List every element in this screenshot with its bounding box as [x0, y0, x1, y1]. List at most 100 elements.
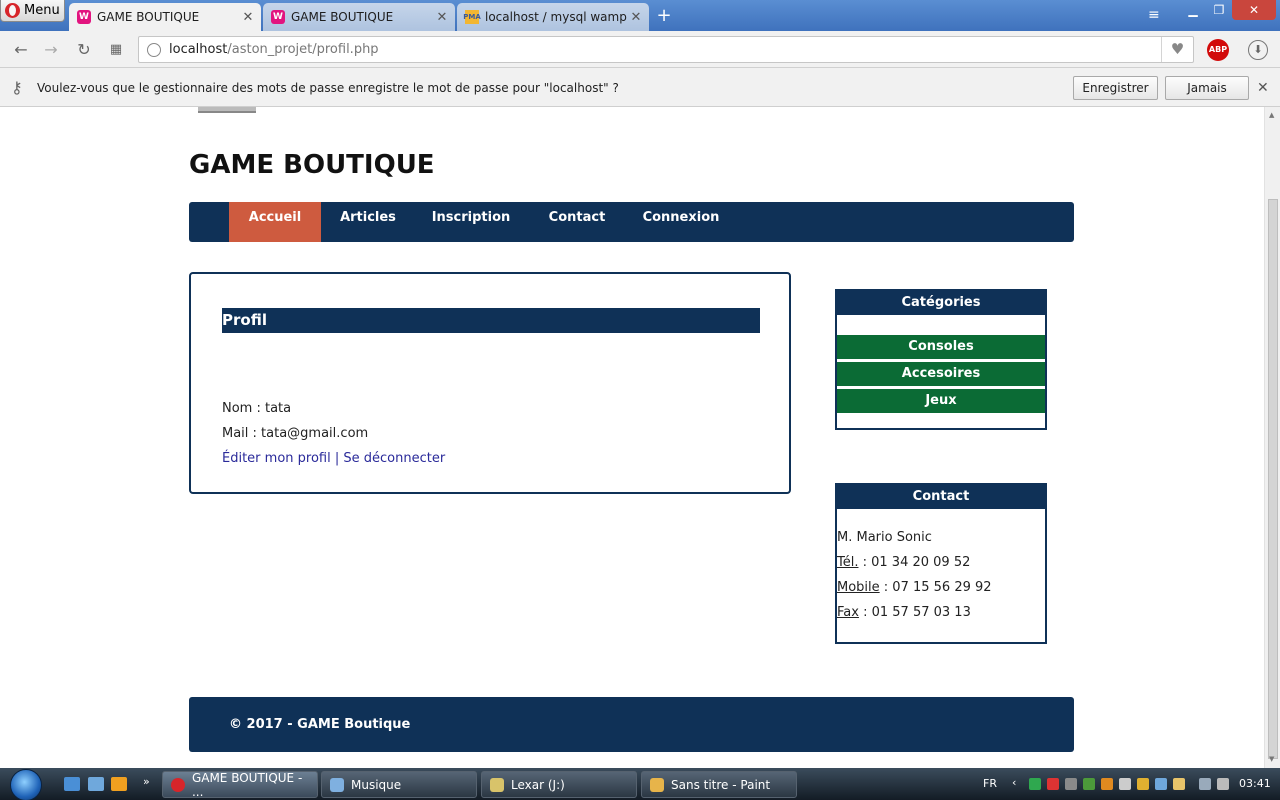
edit-profile-link[interactable]: Éditer mon profil [222, 451, 331, 466]
close-infobar-icon[interactable]: ✕ [1257, 80, 1269, 96]
tray-app-icon[interactable] [1065, 778, 1077, 790]
tray-app-icon[interactable] [1119, 778, 1131, 790]
tray-app-icon[interactable] [1029, 778, 1041, 790]
main-navigation: Accueil Articles Inscription Contact Con… [189, 202, 1074, 242]
tray-app-icon[interactable] [1047, 778, 1059, 790]
logout-link[interactable]: Se déconnecter [343, 451, 445, 466]
category-accesoires[interactable]: Accesoires [837, 362, 1045, 386]
site-logo-image [198, 107, 256, 113]
close-tab-icon[interactable]: ✕ [627, 10, 645, 25]
save-password-button[interactable]: Enregistrer [1073, 76, 1158, 100]
tab-menu-icon[interactable]: ≡ [1148, 7, 1160, 23]
never-save-password-button[interactable]: Jamais [1165, 76, 1249, 100]
url-input[interactable]: localhost/aston_projet/profil.php ♥ [138, 36, 1194, 63]
profile-name: Nom : tata [222, 401, 292, 416]
tray-app-icon[interactable] [1101, 778, 1113, 790]
browser-tab-1[interactable]: W GAME BOUTIQUE ✕ [69, 3, 261, 31]
site-title: GAME BOUTIQUE [189, 150, 435, 180]
tray-app-icon[interactable] [1173, 778, 1185, 790]
new-tab-plus-icon[interactable]: + [654, 5, 674, 26]
profile-heading: Profil [222, 308, 760, 333]
site-info-icon[interactable] [147, 42, 161, 57]
address-toolbar: ← → ↻ ▦ localhost/aston_projet/profil.ph… [0, 31, 1280, 68]
bookmark-heart-icon[interactable]: ♥ [1161, 37, 1193, 62]
taskbar-window-label: Lexar (J:) [511, 777, 565, 792]
input-language-indicator[interactable]: FR [983, 777, 997, 790]
start-button[interactable] [10, 769, 42, 800]
contact-tel: Tél. : 01 34 20 09 52 [837, 550, 1045, 575]
taskbar-window-label: Musique [351, 777, 402, 792]
opera-logo-icon [5, 3, 20, 18]
window-close-icon[interactable]: ✕ [1232, 0, 1276, 20]
fax-value: : 01 57 57 03 13 [858, 605, 971, 620]
password-save-message: Voulez-vous que le gestionnaire des mots… [37, 81, 619, 95]
nav-item-articles[interactable]: Articles [333, 202, 403, 242]
contact-panel: Contact M. Mario Sonic Tél. : 01 34 20 0… [835, 483, 1047, 644]
tray-app-icon[interactable] [1083, 778, 1095, 790]
mobile-value: : 07 15 56 29 92 [879, 580, 992, 595]
taskbar-window-label: GAME BOUTIQUE - ... [191, 770, 303, 799]
tray-app-icon[interactable] [1155, 778, 1167, 790]
browser-menu-label: Menu [24, 3, 60, 18]
close-tab-icon[interactable]: ✕ [239, 10, 257, 25]
footer-copyright: © 2017 - GAME Boutique [229, 717, 411, 732]
tray-expand-icon[interactable]: ‹ [1012, 776, 1016, 789]
opera-icon [171, 777, 185, 792]
contact-name: M. Mario Sonic [837, 530, 932, 545]
tray-app-icon[interactable] [1137, 778, 1149, 790]
nav-item-contact[interactable]: Contact [543, 202, 611, 242]
windows-taskbar: » GAME BOUTIQUE - ... Musique Lexar (J:)… [0, 768, 1280, 800]
nav-item-accueil[interactable]: Accueil [229, 202, 321, 242]
category-consoles[interactable]: Consoles [837, 335, 1045, 359]
taskbar-window-browser[interactable]: GAME BOUTIQUE - ... [162, 770, 318, 799]
folder-icon [330, 777, 344, 792]
wamp-favicon-icon: W [271, 10, 285, 24]
profile-actions: Éditer mon profil | Se déconnecter [222, 451, 445, 466]
tel-label: Tél. [837, 555, 859, 570]
scroll-down-icon[interactable]: ▼ [1269, 755, 1274, 763]
speed-dial-grid-icon[interactable]: ▦ [106, 40, 126, 60]
tel-value: : 01 34 20 09 52 [858, 555, 971, 570]
taskbar-clock[interactable]: 03:41 [1239, 777, 1271, 790]
adblock-plus-icon[interactable]: ABP [1207, 39, 1229, 61]
page-scrollbar[interactable]: ▲ ▼ [1264, 107, 1280, 768]
drive-icon [490, 777, 504, 792]
taskbar-window-label: Sans titre - Paint [671, 777, 771, 792]
close-tab-icon[interactable]: ✕ [433, 10, 451, 25]
browser-menu-button[interactable]: Menu [0, 0, 65, 22]
volume-icon[interactable] [1217, 778, 1229, 790]
minimize-icon[interactable]: ▁ [1180, 0, 1206, 20]
downloads-icon[interactable]: ⬇ [1248, 40, 1268, 60]
taskbar-window-paint[interactable]: Sans titre - Paint [641, 771, 797, 798]
tab-title: GAME BOUTIQUE [291, 10, 394, 24]
forward-arrow-icon[interactable]: → [41, 40, 61, 60]
key-icon: ⚷ [11, 78, 23, 97]
profile-panel: Profil Nom : tata Mail : tata@gmail.com … [189, 272, 791, 494]
browser-tab-2[interactable]: W GAME BOUTIQUE ✕ [263, 3, 455, 31]
taskbar-window-musique[interactable]: Musique [321, 771, 477, 798]
browser-tab-3[interactable]: PMA localhost / mysql wampse ✕ [457, 3, 649, 31]
reload-icon[interactable]: ↻ [74, 40, 94, 60]
phpmyadmin-favicon-icon: PMA [463, 10, 481, 24]
media-player-icon[interactable] [111, 777, 127, 791]
quick-launch-more-icon[interactable]: » [143, 775, 150, 788]
wamp-favicon-icon: W [77, 10, 91, 24]
network-icon[interactable] [1199, 778, 1211, 790]
switch-windows-icon[interactable] [88, 777, 104, 791]
show-desktop-icon[interactable] [64, 777, 80, 791]
site-footer: © 2017 - GAME Boutique [189, 697, 1074, 752]
nav-item-inscription[interactable]: Inscription [429, 202, 513, 242]
restore-icon[interactable]: ❐ [1206, 0, 1232, 20]
url-path: /aston_projet/profil.php [227, 42, 379, 57]
paint-icon [650, 777, 664, 792]
scroll-up-icon[interactable]: ▲ [1269, 111, 1274, 119]
nav-item-connexion[interactable]: Connexion [639, 202, 723, 242]
contact-fax: Fax : 01 57 57 03 13 [837, 600, 1045, 625]
tab-title: localhost / mysql wampse [485, 10, 627, 24]
password-save-infobar: ⚷ Voulez-vous que le gestionnaire des mo… [0, 68, 1280, 107]
back-arrow-icon[interactable]: ← [11, 40, 31, 60]
scrollbar-thumb[interactable] [1268, 199, 1278, 759]
category-jeux[interactable]: Jeux [837, 389, 1045, 413]
taskbar-window-lexar[interactable]: Lexar (J:) [481, 771, 637, 798]
fax-label: Fax [837, 605, 859, 620]
